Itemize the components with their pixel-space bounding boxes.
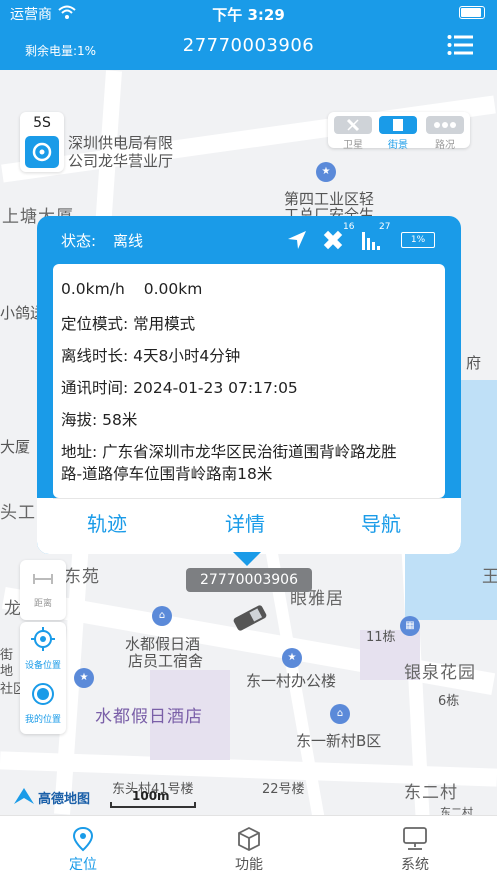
distance-label: 距离 <box>33 599 52 609</box>
details-button[interactable]: 详情 <box>225 508 265 537</box>
location-tools: 设备位置 我的位置 <box>20 622 66 734</box>
device-location-button[interactable]: 设备位置 <box>20 622 66 676</box>
address-line2: 路-道路停车位围背岭路南18米 <box>61 465 273 483</box>
device-info-popup: 状态: 离线 16 27 1% 0.0km/h 0.00km 定位模式: 常用模… <box>37 216 461 554</box>
crosshair-icon <box>31 627 55 651</box>
map-label: 22号楼 <box>262 782 305 797</box>
map-label: 东一新村B区 <box>296 732 382 750</box>
altitude-row: 海拔: 58米 <box>61 408 137 430</box>
tab-system[interactable]: 系统 <box>332 816 497 884</box>
monitor-icon <box>403 827 427 850</box>
building-icon: ▦ <box>400 616 420 636</box>
speed-mileage-row: 0.0km/h 0.00km <box>61 280 202 298</box>
poi-star-icon: ★ <box>74 668 94 688</box>
track-button[interactable]: 轨迹 <box>87 508 127 537</box>
ruler-icon <box>33 574 53 584</box>
bottom-tab-bar: 定位 功能 系统 <box>0 815 497 884</box>
my-location-button[interactable]: 我的位置 <box>20 678 66 732</box>
popup-actions: 轨迹 详情 导航 <box>37 498 461 554</box>
map-label: 东二村 <box>404 783 458 803</box>
hotel-icon: ⌂ <box>152 606 172 626</box>
map-label: 头工 <box>0 503 36 523</box>
mode-row: 定位模式: 常用模式 <box>61 312 195 334</box>
amap-logo-text: 高德地图 <box>38 792 91 807</box>
navigation-arrow-icon <box>288 231 306 249</box>
poi-star-icon: ★ <box>316 162 336 182</box>
comm-label: 通讯时间: <box>61 379 129 397</box>
battery-badge-icon: 1% <box>401 232 435 248</box>
map-label: 东一村办公楼 <box>246 672 337 690</box>
satellite-count: 16 <box>343 222 355 232</box>
map-label: 6栋 <box>438 694 460 709</box>
popup-pointer <box>233 552 261 566</box>
street-view-icon[interactable] <box>379 116 417 134</box>
address-label: 地址: <box>61 443 98 461</box>
map-label: 地 <box>0 664 14 679</box>
satellite-signal-icon <box>323 230 343 250</box>
my-location-icon <box>32 683 54 705</box>
car-marker-icon[interactable] <box>230 602 270 634</box>
device-marker-label[interactable]: 27770003906 <box>186 568 312 592</box>
map-label: 11栋 <box>366 630 396 645</box>
traffic-label: 路况 <box>435 140 455 151</box>
tab-functions[interactable]: 功能 <box>166 816 332 884</box>
cube-icon <box>238 826 260 852</box>
map-label: 公司龙华营业厅 <box>68 152 174 170</box>
map-label: 银泉花园 <box>404 663 476 683</box>
distance-tool[interactable]: 距离 <box>20 560 66 620</box>
navigate-button[interactable]: 导航 <box>361 508 401 537</box>
mode-label: 定位模式: <box>61 315 129 333</box>
signal-strength: 27 <box>379 222 391 232</box>
address-row-2: 路-道路停车位围背岭路南18米 <box>61 462 272 484</box>
popup-header: 状态: 离线 16 27 1% <box>37 216 461 262</box>
speed-value: 0.0km/h <box>61 280 125 298</box>
mileage-value: 0.00km <box>143 280 203 298</box>
offline-label: 离线时长: <box>61 347 129 365</box>
street-label: 街景 <box>388 140 408 151</box>
tab-location[interactable]: 定位 <box>0 816 166 884</box>
map-label: 大厦 <box>0 438 31 456</box>
tab-functions-label: 功能 <box>235 857 263 873</box>
list-menu-icon[interactable] <box>447 34 473 56</box>
comm-time-row: 通讯时间: 2024-01-23 07:17:05 <box>61 376 298 398</box>
device-location-label: 设备位置 <box>24 661 61 671</box>
altitude-label: 海拔: <box>61 411 98 429</box>
locate-pin-icon <box>25 136 59 168</box>
house-icon: ⌂ <box>330 704 350 724</box>
device-id-title: 27770003906 <box>182 35 315 56</box>
status-time: 下午 3:29 <box>212 6 285 24</box>
top-bar: 运营商 下午 3:29 剩余电量:1% 27770003906 <box>0 0 497 70</box>
refresh-interval-label: 5S <box>33 115 51 131</box>
battery-icon <box>459 6 485 19</box>
location-pin-icon <box>72 826 94 852</box>
status-value: 离线 <box>113 232 144 250</box>
map-label: 东二村 <box>440 806 473 815</box>
status-label: 状态: <box>61 232 97 250</box>
map-label: 东苑 <box>64 567 100 587</box>
map-label: 店员工宿舍 <box>128 652 204 670</box>
address-row: 地址: 广东省深圳市龙华区民治街道围背岭路龙胜 <box>61 440 397 462</box>
map-label: 府 <box>466 354 482 372</box>
map-label: 王 <box>482 567 497 587</box>
poi-star-icon: ★ <box>282 648 302 668</box>
popup-details: 0.0km/h 0.00km 定位模式: 常用模式 离线时长: 4天8小时4分钟… <box>53 264 445 498</box>
tab-system-label: 系统 <box>401 857 429 873</box>
tab-location-label: 定位 <box>69 857 97 873</box>
my-location-label: 我的位置 <box>24 715 61 725</box>
layer-toggle: 卫星 街景 路况 <box>328 112 470 151</box>
traffic-icon[interactable] <box>426 116 464 134</box>
battery-percent: 1% <box>410 235 426 245</box>
amap-logo-icon <box>14 788 34 804</box>
address-line1: 广东省深圳市龙华区民治街道围背岭路龙胜 <box>102 443 397 461</box>
scale-label: 100m <box>132 789 170 803</box>
refresh-interval-box[interactable]: 5S <box>20 112 64 172</box>
satellite-label: 卫星 <box>343 140 363 151</box>
satellite-icon[interactable] <box>334 116 372 134</box>
offline-duration-row: 离线时长: 4天8小时4分钟 <box>61 344 240 366</box>
offline-value: 4天8小时4分钟 <box>133 347 241 365</box>
mode-value: 常用模式 <box>133 315 196 333</box>
map-label: 水都假日酒店 <box>95 707 203 727</box>
altitude-value: 58米 <box>102 411 138 429</box>
comm-value: 2024-01-23 07:17:05 <box>133 379 298 397</box>
